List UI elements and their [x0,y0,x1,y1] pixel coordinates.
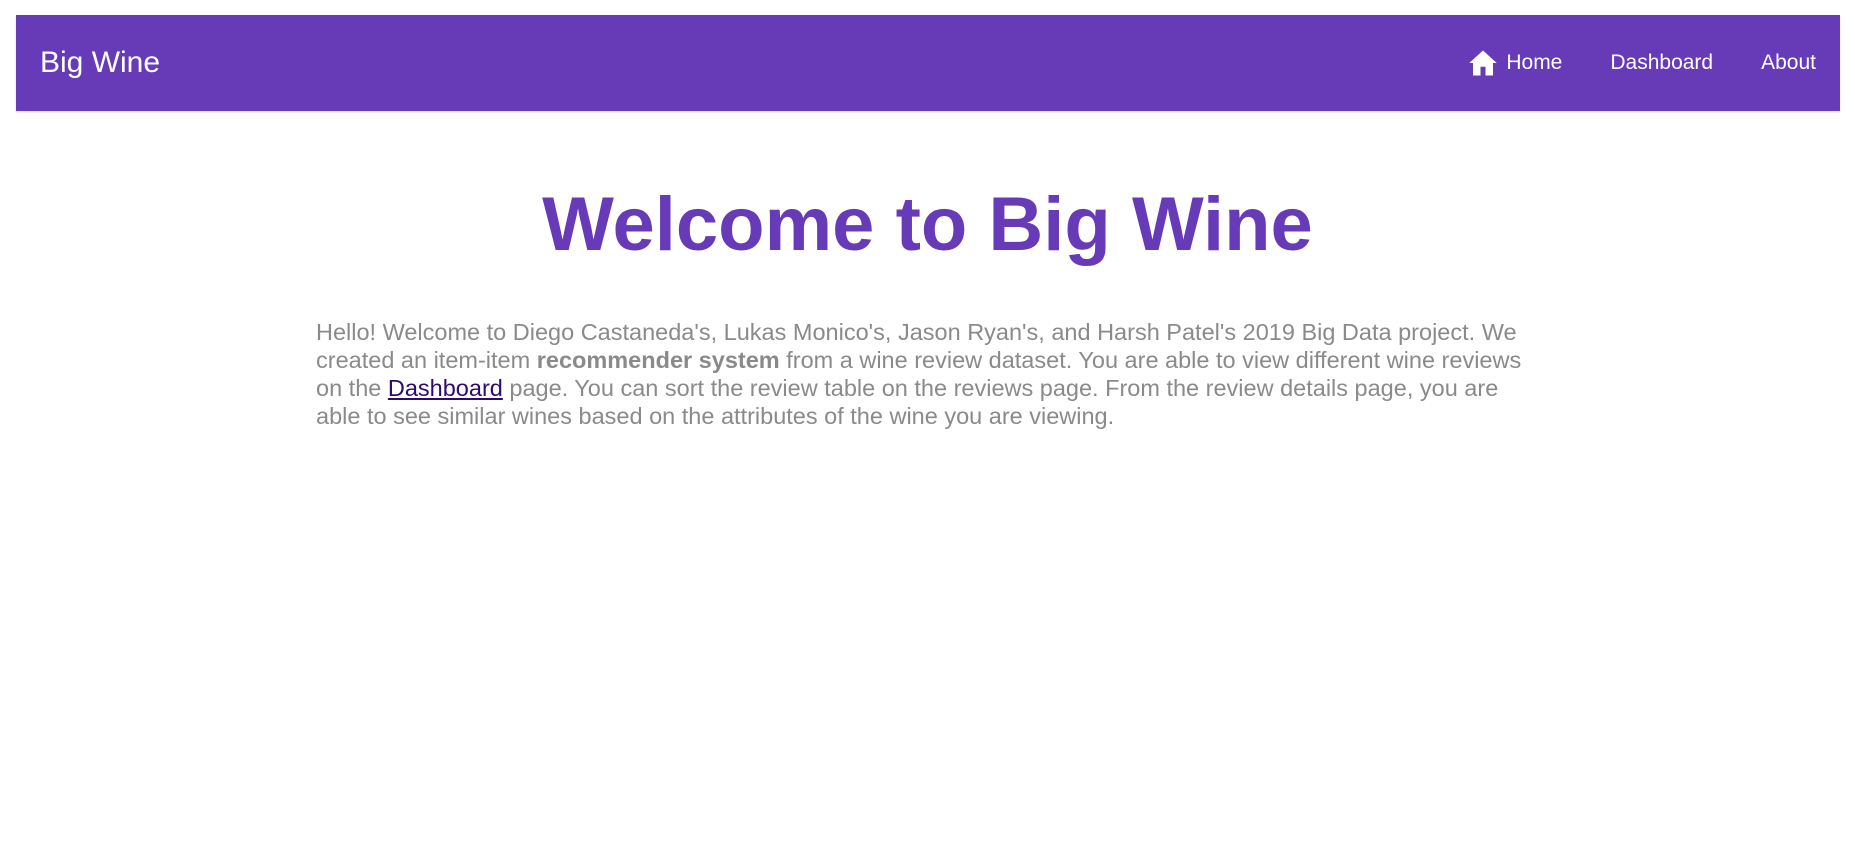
intro-bold-text: recommender system [536,347,780,373]
page-title: Welcome to Big Wine [542,182,1313,267]
nav-dashboard-link[interactable]: Dashboard [1610,51,1713,75]
brand-link[interactable]: Big Wine [40,15,160,111]
nav-home-label: Home [1506,51,1563,74]
nav-dashboard-label: Dashboard [1610,51,1714,74]
home-icon [1468,49,1498,77]
intro-paragraph: Hello! Welcome to Diego Castaneda's, Luk… [316,318,1546,430]
nav-about-link[interactable]: About [1761,51,1816,75]
top-navbar: Big Wine Home Dashboard About [16,15,1840,111]
nav-about-label: About [1761,51,1816,74]
dashboard-inline-link[interactable]: Dashboard [388,375,503,401]
main-nav: Home Dashboard About [1468,15,1816,111]
nav-home-link[interactable]: Home [1468,49,1562,77]
